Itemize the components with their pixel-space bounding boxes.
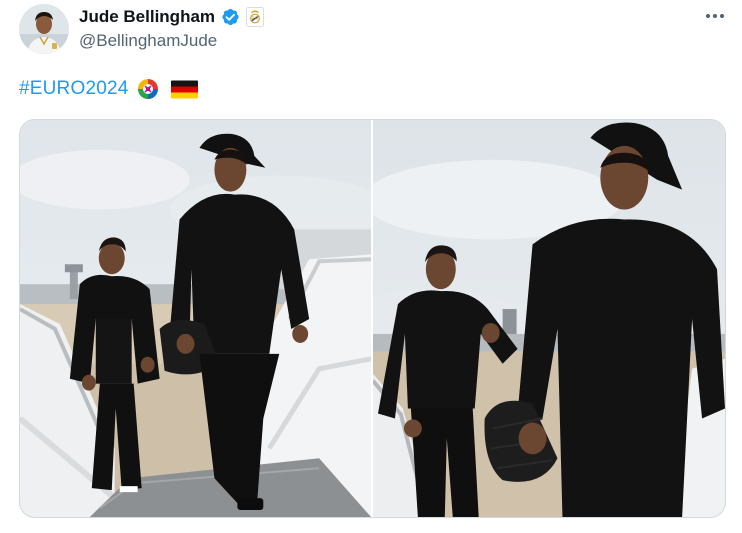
display-name[interactable]: Jude Bellingham bbox=[79, 7, 215, 27]
more-options-icon-dot bbox=[720, 14, 724, 18]
euro2024-logo-emoji bbox=[137, 78, 159, 100]
photo-1[interactable] bbox=[20, 120, 371, 517]
hashtag-link[interactable]: #EURO2024 bbox=[19, 78, 129, 100]
photo-2-image bbox=[373, 120, 725, 517]
tweet: Jude Bellingham RM @BellinghamJude #EURO… bbox=[0, 0, 742, 533]
avatar[interactable] bbox=[19, 4, 69, 54]
author-handle[interactable]: @BellinghamJude bbox=[79, 31, 217, 51]
verified-badge-icon[interactable] bbox=[220, 7, 240, 27]
photo-2[interactable] bbox=[373, 120, 725, 517]
author-name-row: Jude Bellingham RM bbox=[79, 6, 265, 28]
tweet-text: #EURO2024 bbox=[19, 76, 198, 102]
svg-text:RM: RM bbox=[252, 16, 259, 21]
germany-flag-emoji bbox=[170, 80, 198, 98]
real-madrid-crest-icon[interactable]: RM bbox=[246, 7, 265, 27]
photo-1-image bbox=[20, 120, 371, 517]
media-grid bbox=[19, 119, 726, 518]
more-options-icon bbox=[706, 14, 710, 18]
more-options-button[interactable] bbox=[700, 5, 730, 27]
more-options-icon-dot bbox=[713, 14, 717, 18]
avatar-image bbox=[19, 4, 69, 54]
